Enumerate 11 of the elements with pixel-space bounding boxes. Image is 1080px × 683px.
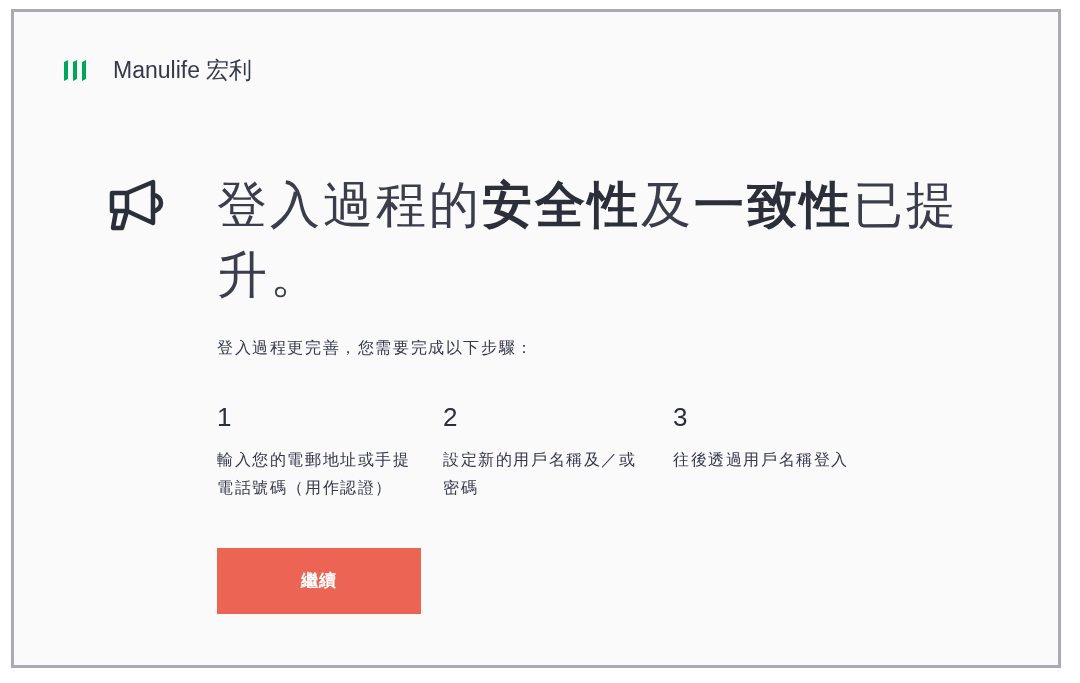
step-number: 2 bbox=[443, 401, 458, 434]
step-number: 1 bbox=[217, 401, 232, 434]
headline: 登入過程的安全性及一致性已提升。 bbox=[217, 176, 960, 305]
continue-button[interactable]: 繼續 bbox=[217, 548, 421, 614]
step-number: 3 bbox=[673, 401, 688, 434]
brand-name: Manulife 宏利 bbox=[113, 56, 253, 84]
step-description: 往後透過用戶名稱登入 bbox=[673, 450, 850, 470]
intro-text: 登入過程更完善，您需要完成以下步驟： bbox=[217, 338, 534, 358]
step-description: 設定新的用戶名稱及／或密碼 bbox=[443, 450, 638, 498]
step-description: 輸入您的電郵地址或手提電話號碼（用作認證） bbox=[217, 450, 412, 498]
logo-icon bbox=[63, 58, 89, 82]
